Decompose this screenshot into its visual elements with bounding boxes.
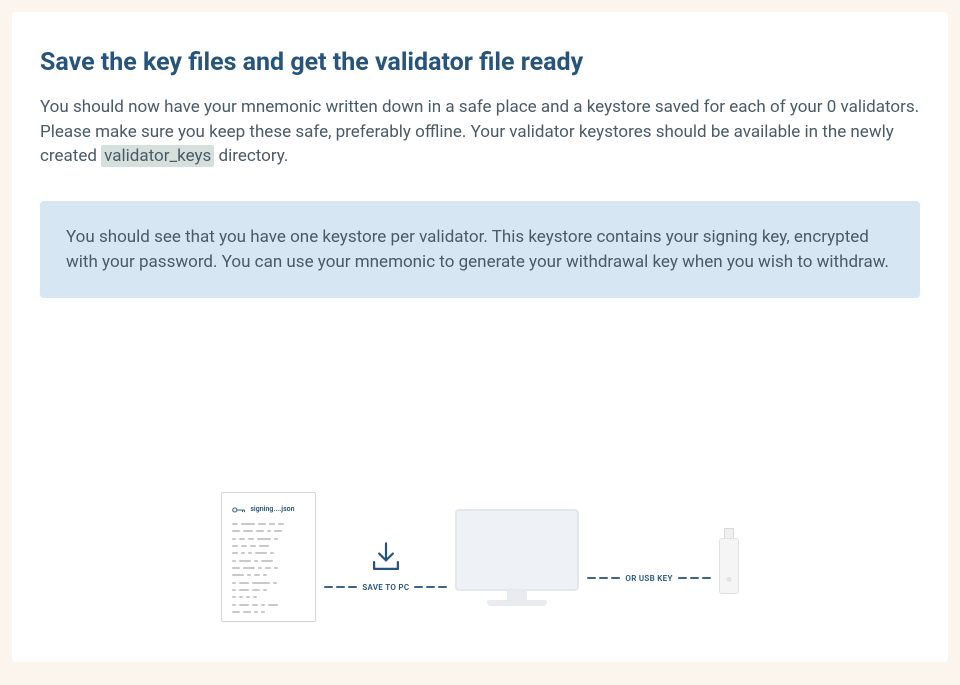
content-card: Save the key files and get the validator… <box>12 12 948 662</box>
monitor-icon <box>455 509 579 606</box>
save-to-pc-label: SAVE TO PC <box>324 583 447 592</box>
or-usb-label: OR USB KEY <box>587 574 710 583</box>
keystore-document-icon: signing....json <box>221 492 316 622</box>
keystore-doc-body <box>232 523 309 615</box>
page-heading: Save the key files and get the validator… <box>40 48 920 77</box>
or-usb-text: OR USB KEY <box>625 574 672 583</box>
download-icon <box>369 541 403 577</box>
validator-keys-code: validator_keys <box>101 145 214 167</box>
usb-icon <box>719 528 739 594</box>
download-block: SAVE TO PC <box>324 541 447 592</box>
save-to-pc-text: SAVE TO PC <box>362 583 409 592</box>
intro-paragraph: You should now have your mnemonic writte… <box>40 95 920 169</box>
info-callout: You should see that you have one keystor… <box>40 201 920 298</box>
keystore-doc-title: signing....json <box>250 505 294 513</box>
intro-text-post: directory. <box>214 146 288 166</box>
key-icon <box>232 499 246 518</box>
save-illustration: signing....json <box>12 492 948 622</box>
info-callout-text: You should see that you have one keystor… <box>66 227 889 272</box>
